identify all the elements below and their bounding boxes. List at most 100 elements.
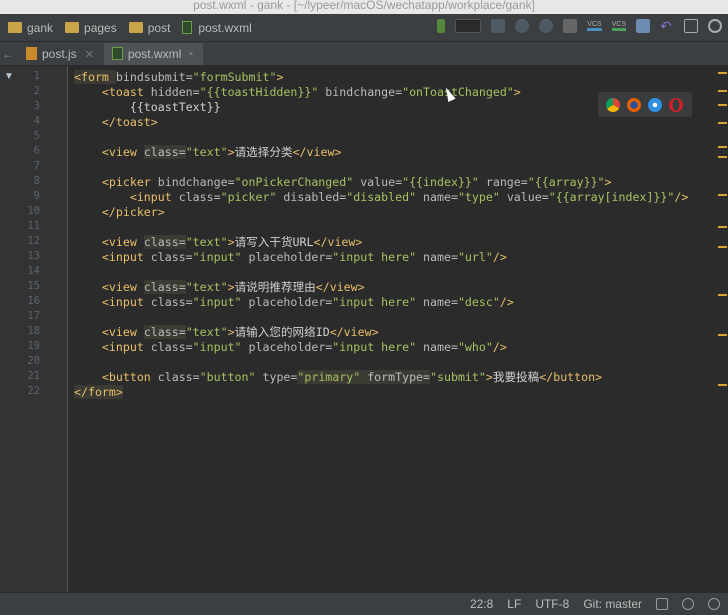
code-line[interactable]: <form bindsubmit="formSubmit"> — [74, 70, 283, 85]
opera-icon[interactable] — [669, 97, 683, 112]
inspector-icon[interactable] — [682, 598, 694, 610]
safari-icon[interactable] — [648, 97, 662, 112]
line-number: 4 — [33, 115, 40, 127]
vcs-commit-icon[interactable]: VCS — [611, 21, 626, 31]
close-icon[interactable]: ▪ — [189, 48, 193, 60]
breadcrumb-post[interactable]: post — [128, 21, 170, 35]
warning-marker[interactable] — [718, 72, 727, 74]
compare-icon[interactable] — [636, 19, 650, 33]
code-editor[interactable]: <form bindsubmit="formSubmit"> <toast hi… — [69, 66, 716, 592]
binary-icon[interactable] — [437, 19, 446, 33]
debug-icon[interactable] — [515, 19, 530, 33]
stop-icon[interactable] — [563, 19, 578, 33]
vcs-update-icon[interactable]: VCS — [587, 21, 602, 31]
warning-marker[interactable] — [718, 246, 727, 248]
tab-post-js[interactable]: post.js ✕ — [18, 43, 104, 65]
code-line[interactable]: <view class="text">请输入您的网络ID</view> — [74, 325, 379, 340]
code-token: "input" — [192, 250, 242, 264]
revert-icon[interactable]: ↶ — [660, 19, 674, 33]
warning-marker[interactable] — [718, 156, 727, 158]
code-line[interactable]: {{toastText}} — [74, 100, 221, 115]
vcs-branch[interactable]: Git: master — [583, 597, 642, 611]
warning-marker[interactable] — [718, 226, 727, 228]
file-encoding[interactable]: UTF-8 — [535, 597, 569, 611]
caret-position[interactable]: 22:8 — [470, 597, 493, 611]
code-token: /> — [499, 295, 514, 309]
code-token: > — [276, 70, 284, 84]
code-token: value= — [353, 175, 403, 189]
code-token: <view — [74, 325, 144, 339]
firefox-icon[interactable] — [627, 97, 641, 112]
close-icon[interactable]: ✕ — [85, 48, 94, 61]
code-token: 请输入您的网络ID — [234, 325, 330, 339]
code-token: class= — [150, 250, 193, 264]
chrome-icon[interactable] — [606, 97, 620, 112]
warning-marker[interactable] — [718, 122, 727, 124]
code-line[interactable]: <view class="text">请说明推荐理由</view> — [74, 280, 365, 295]
code-line[interactable]: <picker bindchange="onPickerChanged" val… — [74, 175, 612, 190]
breadcrumb-gank[interactable]: gank — [8, 21, 53, 35]
code-line[interactable]: <button class="button" type="primary" fo… — [74, 370, 602, 385]
back-arrow-icon[interactable]: ← — [0, 47, 18, 65]
warning-marker[interactable] — [718, 146, 727, 148]
code-token: "url" — [457, 250, 493, 264]
code-token: bindsubmit= — [115, 70, 193, 84]
code-token: </view> — [315, 280, 365, 294]
line-number: 9 — [33, 190, 40, 202]
error-stripe-scrollbar[interactable] — [716, 66, 728, 592]
code-line[interactable]: </form> — [74, 385, 123, 400]
status-bar: 22:8 LF UTF-8 Git: master — [0, 592, 728, 615]
tab-post-wxml[interactable]: post.wxml ▪ — [103, 43, 204, 65]
line-number: 10 — [27, 205, 40, 217]
warning-marker[interactable] — [718, 334, 727, 336]
line-number: 20 — [27, 355, 40, 367]
structure-icon[interactable] — [684, 19, 698, 33]
code-line[interactable]: <input class="picker" disabled="disabled… — [74, 190, 689, 205]
lock-icon[interactable] — [656, 598, 668, 610]
code-line[interactable]: </picker> — [74, 205, 165, 220]
code-line[interactable]: <input class="input" placeholder="input … — [74, 250, 507, 265]
code-token: <button — [74, 370, 158, 384]
code-token: > — [485, 370, 493, 384]
code-line[interactable]: <view class="text">请写入干货URL</view> — [74, 235, 362, 250]
warning-marker[interactable] — [718, 384, 727, 386]
code-token: name= — [416, 250, 458, 264]
code-token: "button" — [199, 370, 256, 384]
code-token: class= — [143, 145, 186, 159]
code-token: "text" — [185, 280, 228, 294]
code-token: > — [227, 235, 235, 249]
code-line[interactable]: <input class="input" placeholder="input … — [74, 295, 514, 310]
breadcrumb-file[interactable]: post.wxml — [182, 21, 252, 35]
event-log-icon[interactable] — [708, 598, 720, 610]
code-token: class= — [150, 295, 193, 309]
warning-marker[interactable] — [718, 104, 727, 106]
code-token: placeholder= — [241, 295, 333, 309]
code-token: "disabled" — [346, 190, 417, 204]
code-token: </view> — [313, 235, 363, 249]
warning-marker[interactable] — [718, 90, 727, 92]
fold-arrow-icon[interactable]: ▼ — [4, 71, 14, 82]
search-icon[interactable] — [708, 19, 722, 33]
warning-marker[interactable] — [718, 294, 727, 296]
code-line[interactable]: <view class="text">请选择分类</view> — [74, 145, 341, 160]
line-number: 2 — [33, 85, 40, 97]
coverage-icon[interactable] — [539, 19, 554, 33]
code-token: "formSubmit" — [192, 70, 277, 84]
code-token: hidden= — [150, 85, 200, 99]
breadcrumb-pages[interactable]: pages — [65, 21, 117, 35]
run-config-dropdown[interactable] — [455, 19, 482, 33]
line-number-gutter: ▼ 1 2 3 4 5 6 7 8 9 10 11 12 13 14 15 16 17 18 19 20 21 22 — [0, 66, 68, 592]
line-number: 22 — [27, 385, 40, 397]
warning-marker[interactable] — [718, 194, 727, 196]
run-icon[interactable] — [491, 19, 506, 33]
line-separator[interactable]: LF — [507, 597, 521, 611]
code-line[interactable]: </toast> — [74, 115, 158, 130]
code-token: <input — [74, 295, 151, 309]
code-token: class= — [143, 325, 186, 339]
code-line[interactable]: <input class="input" placeholder="input … — [74, 340, 507, 355]
navigation-bar: gank pages post post.wxml VCS VCS ↶ — [0, 14, 728, 42]
code-token: "input" — [192, 340, 242, 354]
folder-icon — [128, 22, 143, 33]
code-token: /> — [674, 190, 689, 204]
code-token: > — [227, 280, 235, 294]
